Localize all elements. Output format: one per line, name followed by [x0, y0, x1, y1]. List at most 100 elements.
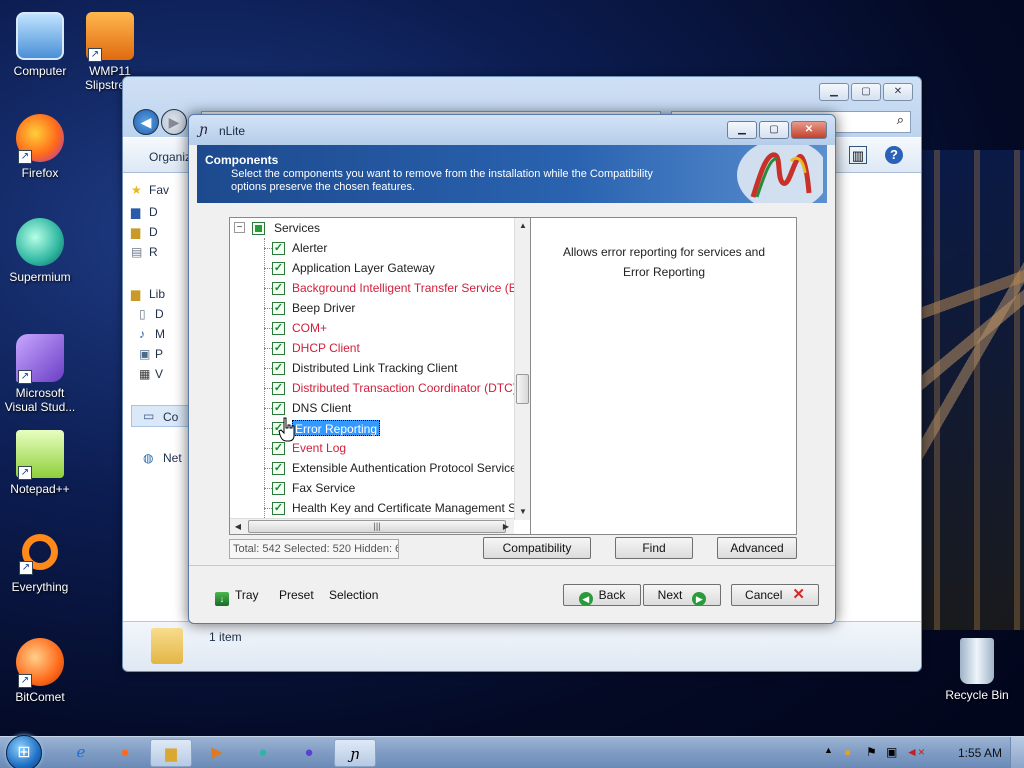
shortcut-arrow-icon: ↗: [18, 674, 32, 688]
desktop-icon-recycle-bin[interactable]: Recycle Bin: [934, 638, 1020, 702]
scroll-down-arrow-icon[interactable]: ▼: [515, 504, 530, 520]
checkbox-checked-icon[interactable]: ✓: [272, 442, 285, 455]
collapse-icon[interactable]: −: [234, 222, 245, 233]
nlite-footer: ↓ Tray Preset Selection ◀ Back Next ▶ Cance…: [189, 565, 835, 623]
tree-vertical-scrollbar[interactable]: ▲ ▼: [514, 218, 530, 520]
start-button[interactable]: ⊞: [6, 735, 42, 768]
partial-check-icon[interactable]: [252, 222, 265, 235]
taskbar-explorer[interactable]: ▆: [150, 739, 192, 767]
tree-item-label: DHCP Client: [292, 341, 360, 355]
tree-horizontal-scrollbar[interactable]: ◀ ||| ▶: [230, 518, 514, 534]
back-button[interactable]: ◀ Back: [563, 584, 641, 606]
taskbar-media-player[interactable]: ▶: [196, 739, 238, 767]
desktop-icon-computer[interactable]: Computer: [0, 12, 80, 78]
desktop-icon-everything[interactable]: ↗ Everything: [0, 534, 80, 594]
checkbox-checked-icon[interactable]: ✓: [272, 462, 285, 475]
selection-button[interactable]: Selection: [329, 588, 378, 602]
taskbar-firefox-dev[interactable]: ●: [288, 739, 330, 767]
firefox-icon: ↗: [16, 114, 64, 164]
help-icon[interactable]: ?: [885, 146, 903, 164]
checkbox-checked-icon[interactable]: ✓: [272, 482, 285, 495]
tray-button[interactable]: ↓ Tray: [215, 588, 259, 606]
desktop-icon-bitcomet[interactable]: ↗ BitComet: [0, 638, 80, 704]
back-arrow-icon[interactable]: ◀: [133, 109, 159, 135]
action-center-flag-icon[interactable]: ⚑: [866, 745, 877, 759]
tree-item-label: DNS Client: [292, 401, 352, 415]
scroll-right-arrow-icon[interactable]: ▶: [498, 519, 514, 534]
preset-button[interactable]: Preset: [279, 588, 314, 602]
tree-connector: [264, 448, 272, 449]
preview-pane-icon[interactable]: ▥: [849, 146, 867, 164]
show-desktop-button[interactable]: [1010, 737, 1024, 768]
computer-icon: ▭: [143, 409, 155, 423]
supermium-icon: ●: [258, 744, 268, 761]
tray-label: Tray: [235, 588, 259, 602]
checkbox-checked-icon[interactable]: ✓: [272, 282, 285, 295]
find-button[interactable]: Find: [615, 537, 693, 559]
checkbox-checked-icon[interactable]: ✓: [272, 302, 285, 315]
checkbox-checked-icon[interactable]: ✓: [272, 242, 285, 255]
firefox-icon: ●: [120, 744, 130, 761]
forward-arrow-icon[interactable]: ▶: [161, 109, 187, 135]
sidebar-favorites[interactable]: Fav: [149, 183, 193, 197]
desktop-icon-visual-studio[interactable]: ↗ Microsoft Visual Stud...: [0, 334, 80, 414]
desktop-icon-supermium[interactable]: Supermium: [0, 218, 80, 284]
maximize-icon[interactable]: ▢: [759, 121, 789, 139]
maximize-icon[interactable]: ▢: [851, 83, 881, 101]
taskbar-supermium[interactable]: ●: [242, 739, 284, 767]
tray-app-icon[interactable]: ●: [844, 745, 851, 759]
sidebar-item[interactable]: D: [149, 225, 193, 239]
taskbar-firefox[interactable]: ●: [104, 739, 146, 767]
tree-connector: [264, 308, 272, 309]
tree-item-label: Distributed Transaction Coordinator (DTC…: [292, 381, 517, 395]
tree-item-label: Fax Service: [292, 481, 356, 495]
checkbox-checked-icon[interactable]: ✓: [272, 502, 285, 515]
back-arrow-icon: ◀: [578, 592, 593, 606]
scroll-left-arrow-icon[interactable]: ◀: [230, 519, 246, 534]
next-button[interactable]: Next ▶: [643, 584, 721, 606]
taskbar: ⊞ ℯ ● ▆ ▶ ● ● ɲ ▲ ● ⚑ ▣ ◄× 1:55 AM: [0, 735, 1024, 768]
network-icon[interactable]: ▣: [886, 745, 897, 759]
recycle-bin-icon: [960, 638, 994, 684]
desktop-icon-label: Notepad++: [10, 482, 70, 496]
tree-connector: [264, 508, 272, 509]
videos-icon: ▦: [139, 367, 151, 381]
sidebar-item[interactable]: D: [149, 205, 193, 219]
compatibility-button[interactable]: Compatibility: [483, 537, 591, 559]
scroll-up-arrow-icon[interactable]: ▲: [515, 218, 530, 234]
nlite-banner: Components Select the components you wan…: [197, 145, 827, 203]
volume-muted-icon[interactable]: ◄×: [906, 745, 925, 759]
sidebar-item[interactable]: R: [149, 245, 193, 259]
checkbox-checked-icon[interactable]: ✓: [272, 262, 285, 275]
minimize-icon[interactable]: ▁: [819, 83, 849, 101]
tray-expand-icon[interactable]: ▲: [824, 745, 833, 755]
bitcomet-icon: ↗: [16, 638, 64, 688]
tree-item-label: Alerter: [292, 241, 328, 255]
cancel-button[interactable]: Cancel ✕: [731, 584, 819, 606]
desktop-folder-icon: ▆: [131, 205, 141, 219]
checkbox-checked-icon[interactable]: ✓: [272, 382, 285, 395]
media-player-icon: ↗: [86, 12, 134, 62]
close-icon[interactable]: ✕: [883, 83, 913, 101]
checkbox-checked-icon[interactable]: ✓: [272, 322, 285, 335]
taskbar-ie[interactable]: ℯ: [60, 739, 102, 767]
checkbox-checked-icon[interactable]: ✓: [272, 402, 285, 415]
tree-connector: [264, 328, 272, 329]
scroll-thumb[interactable]: |||: [248, 520, 506, 533]
clock[interactable]: 1:55 AM: [958, 746, 1002, 760]
desktop-icon-notepadpp[interactable]: ↗ Notepad++: [0, 430, 80, 496]
sidebar-libraries[interactable]: Lib: [149, 287, 193, 301]
checkbox-checked-icon[interactable]: ✓: [272, 342, 285, 355]
back-label: Back: [598, 588, 626, 602]
advanced-button[interactable]: Advanced: [717, 537, 797, 559]
components-tree[interactable]: − Services ✓ Alerter ✓ Application Layer Ga…: [229, 217, 531, 535]
nlite-app-icon: ɲ: [199, 122, 209, 138]
tree-item-label: Background Intelligent Transfer Service …: [292, 281, 531, 295]
desktop-icon-firefox[interactable]: ↗ Firefox: [0, 114, 80, 180]
scroll-thumb[interactable]: [516, 374, 529, 404]
close-icon[interactable]: ✕: [791, 121, 827, 139]
minimize-icon[interactable]: ▁: [727, 121, 757, 139]
taskbar-nlite[interactable]: ɲ: [334, 739, 376, 767]
checkbox-checked-icon[interactable]: ✓: [272, 362, 285, 375]
organize-button[interactable]: Organiz: [149, 150, 191, 164]
